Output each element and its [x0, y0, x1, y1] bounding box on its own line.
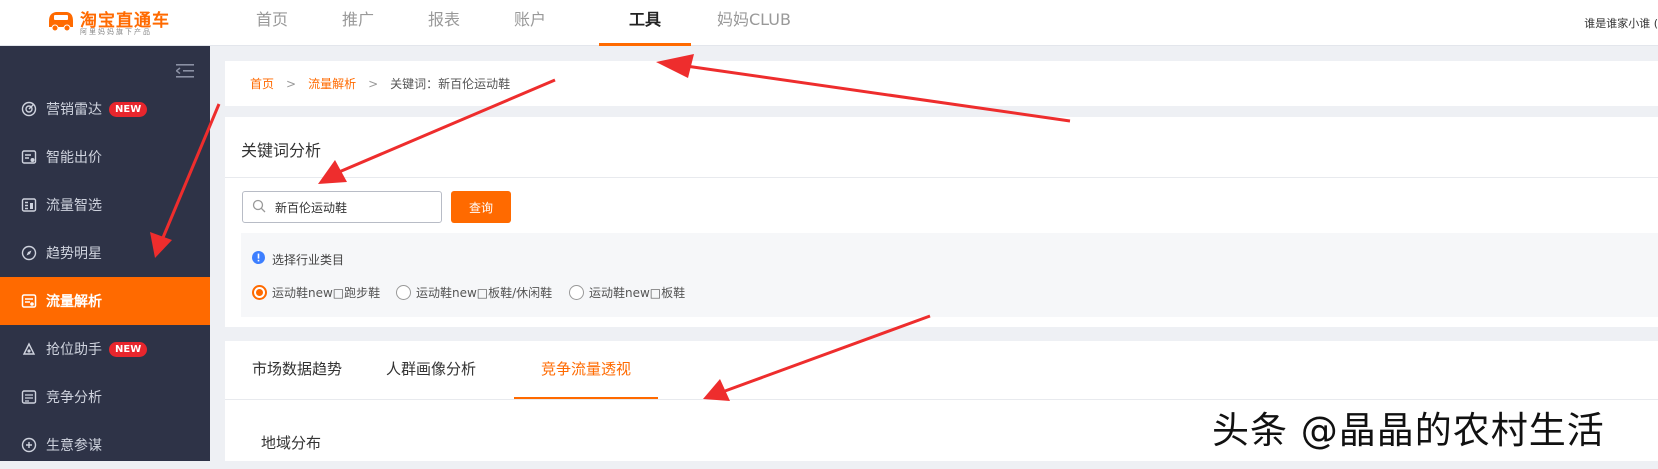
sidebar-item-traffic-analysis[interactable]: 流量解析 [0, 277, 210, 325]
sidebar-item-label: 流量解析 [46, 294, 102, 310]
info-icon [252, 251, 265, 264]
collapse-menu-icon[interactable] [176, 64, 194, 78]
position-helper-icon [21, 341, 37, 357]
panel-title: 关键词分析 [241, 141, 322, 160]
breadcrumb-separator: > [286, 76, 297, 91]
option-label: 运动鞋new□板鞋 [589, 286, 686, 300]
sidebar-item-label: 抢位助手 [46, 342, 102, 358]
divider [225, 399, 1658, 400]
search-icon [252, 199, 266, 213]
section-title: 地域分布 [261, 434, 322, 452]
breadcrumb: 首页 > 流量解析 > 关键词：新百伦运动鞋 [225, 61, 1658, 106]
nav-account[interactable]: 账户 [504, 0, 556, 46]
nav-home[interactable]: 首页 [246, 0, 298, 46]
keyword-search-box[interactable] [242, 191, 442, 223]
category-option-casual-shoes[interactable]: 运动鞋new□板鞋/休闲鞋 [396, 284, 552, 301]
category-selector: 选择行业类目 运动鞋new□跑步鞋 运动鞋new□板鞋/休闲鞋 运动鞋new□板… [241, 233, 1658, 317]
sidebar-item-traffic-select[interactable]: 流量智选 [0, 181, 210, 229]
radio-unchecked[interactable] [569, 285, 584, 300]
competition-icon [21, 389, 37, 405]
option-label: 运动鞋new□板鞋/休闲鞋 [416, 286, 553, 300]
smart-bid-icon [21, 149, 37, 165]
sidebar-item-label: 智能出价 [46, 150, 102, 166]
divider [225, 177, 1658, 178]
query-button[interactable]: 查询 [451, 191, 511, 223]
breadcrumb-home[interactable]: 首页 [250, 75, 274, 92]
nav-mama-club[interactable]: 妈妈CLUB [714, 0, 794, 46]
nav-tools[interactable]: 工具 [599, 0, 691, 46]
top-bar: 淘宝直通车 阿里妈妈旗下产品 首页 推广 报表 账户 工具 妈妈CLUB 谁是谁… [0, 0, 1658, 46]
car-logo-icon [49, 12, 73, 32]
sidebar-item-smart-bid[interactable]: 智能出价 [0, 133, 210, 181]
sidebar-item-position-helper[interactable]: 抢位助手 NEW [0, 325, 210, 373]
sidebar-item-label: 竞争分析 [46, 390, 102, 406]
sidebar-item-competition[interactable]: 竞争分析 [0, 373, 210, 421]
nav-promotion[interactable]: 推广 [332, 0, 384, 46]
compass-icon [21, 245, 37, 261]
category-option-board-shoes[interactable]: 运动鞋new□板鞋 [569, 284, 685, 301]
nav-reports[interactable]: 报表 [418, 0, 470, 46]
sidebar-item-business-advisor[interactable]: 生意参谋 [0, 421, 210, 469]
tab-market-trend[interactable]: 市场数据趋势 [235, 341, 359, 399]
new-badge: NEW [109, 341, 148, 357]
sidebar-item-label: 营销雷达 [46, 102, 102, 118]
breadcrumb-traffic-analysis[interactable]: 流量解析 [308, 75, 356, 92]
traffic-select-icon [21, 197, 37, 213]
radio-checked[interactable] [252, 285, 267, 300]
logo[interactable]: 淘宝直通车 阿里妈妈旗下产品 [46, 4, 176, 38]
tab-competition-traffic[interactable]: 竞争流量透视 [514, 341, 658, 399]
traffic-analysis-icon [21, 293, 37, 309]
option-label: 运动鞋new□跑步鞋 [272, 286, 381, 300]
analysis-tabs-panel: 市场数据趋势 人群画像分析 竞争流量透视 地域分布 [225, 341, 1658, 461]
radio-unchecked[interactable] [396, 285, 411, 300]
user-name[interactable]: 谁是谁家小谁 ( [1584, 15, 1658, 31]
new-badge: NEW [109, 101, 148, 117]
category-option-running-shoes[interactable]: 运动鞋new□跑步鞋 [252, 284, 380, 301]
breadcrumb-current: 关键词：新百伦运动鞋 [390, 77, 511, 91]
tab-crowd-profile[interactable]: 人群画像分析 [369, 341, 493, 399]
business-advisor-icon [21, 437, 37, 453]
sidebar-item-trend-star[interactable]: 趋势明星 [0, 229, 210, 277]
radar-icon [21, 101, 37, 117]
sidebar-item-label: 流量智选 [46, 198, 102, 214]
sidebar: 营销雷达 NEW 智能出价 流量智选 趋势明星 流量解析 抢位助手 NEW 竞争… [0, 46, 210, 461]
keyword-search-input[interactable] [275, 192, 435, 222]
sidebar-item-label: 生意参谋 [46, 438, 102, 454]
category-label: 选择行业类目 [272, 253, 345, 267]
sidebar-item-marketing-radar[interactable]: 营销雷达 NEW [0, 85, 210, 133]
breadcrumb-separator: > [368, 76, 379, 91]
sidebar-item-label: 趋势明星 [46, 246, 102, 262]
logo-subtitle: 阿里妈妈旗下产品 [80, 28, 152, 36]
keyword-analysis-panel: 关键词分析 查询 选择行业类目 运动鞋new□跑步鞋 运动鞋new□板鞋/休闲鞋… [225, 117, 1658, 327]
